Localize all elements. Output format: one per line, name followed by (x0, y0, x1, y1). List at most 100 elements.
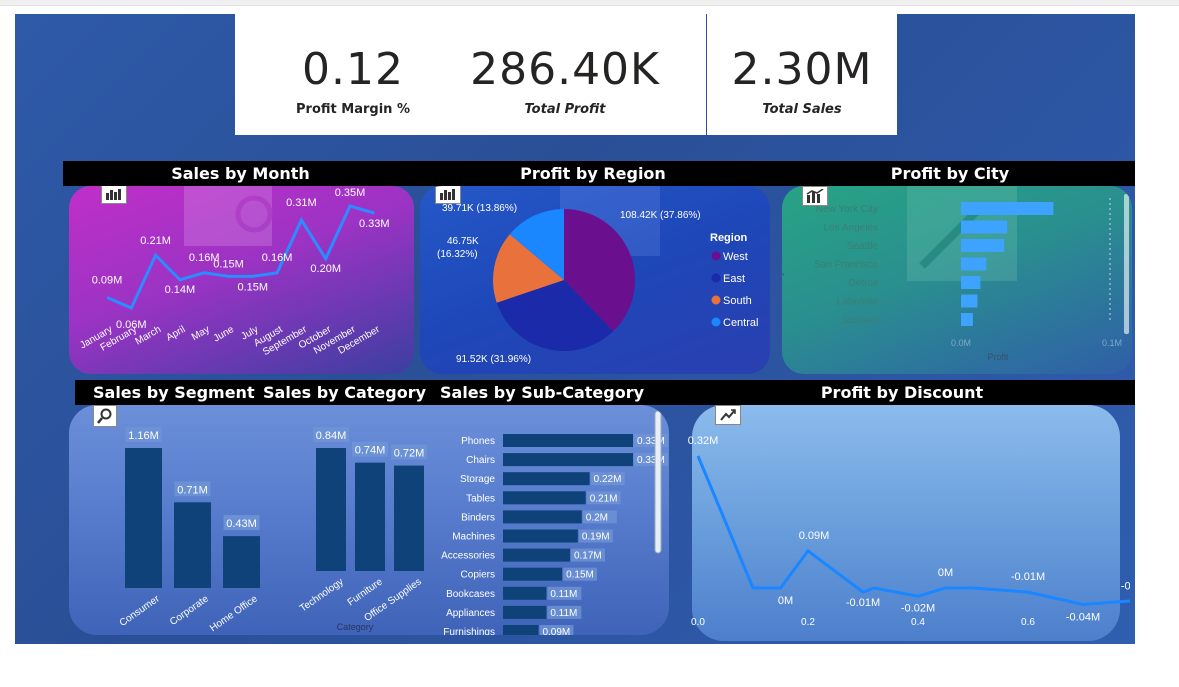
legend-label: South (723, 295, 752, 307)
subcategory-bar (503, 548, 570, 562)
data-label: 0.74M (355, 445, 386, 457)
data-label: 1.16M (128, 430, 159, 442)
subcategory-bar (503, 510, 582, 524)
data-label: 0.21M (140, 235, 171, 247)
x-tick-label: 0.0M (951, 338, 971, 348)
bar-chart-icon[interactable] (802, 186, 828, 206)
data-label: 0.09M (92, 274, 123, 286)
city-bar (961, 276, 981, 289)
chart-title-sales-by-category: Sales by Category (263, 383, 427, 402)
legend-label: East (723, 273, 745, 285)
kpi-total-profit[interactable]: 286.40K Total Profit (465, 14, 665, 135)
bar (394, 465, 424, 571)
profit-by-region-chart: 108.42K (37.86%) 91.52K (31.96%) 46.75K (16… (437, 186, 758, 365)
x-tick-label: Home Office (208, 593, 260, 634)
data-label: (16.32%) (437, 249, 478, 260)
city-scrollbar[interactable] (1124, 194, 1129, 334)
x-tick-label: Corporate (168, 593, 211, 628)
bar (125, 448, 162, 588)
y-tick-label: Jackson (841, 315, 878, 326)
data-label: -0.02M (901, 602, 935, 614)
subcategory-bar (503, 472, 590, 486)
data-label: -0.04M (1066, 612, 1100, 624)
kpi-value: 286.40K (470, 44, 660, 95)
city-bar (961, 257, 987, 271)
data-label: 0.17M (574, 551, 602, 562)
chart-title-profit-by-discount: Profit by Discount (820, 383, 984, 402)
data-label: 0.84M (316, 430, 347, 442)
bar-chart-icon[interactable] (101, 186, 127, 204)
data-label: 0.72M (394, 448, 425, 460)
search-icon[interactable] (93, 405, 117, 427)
window-top-border (0, 0, 1179, 6)
legend-label: West (723, 251, 748, 263)
y-tick-label: Accessories (441, 551, 495, 562)
kpi-total-sales[interactable]: 2.30M Total Sales (707, 14, 897, 135)
legend-marker-central (711, 317, 721, 327)
subcategory-bar (503, 453, 633, 467)
y-tick-label: Chairs (466, 455, 495, 466)
y-tick-label: Furnishings (443, 627, 495, 635)
y-tick-label: Machines (452, 532, 495, 543)
y-axis-label: City (782, 271, 784, 287)
bar (316, 448, 346, 571)
x-axis-label: Profit (987, 352, 1009, 362)
city-bar (961, 202, 1054, 215)
line-chart-icon[interactable] (715, 405, 741, 425)
data-label: 0.09M (542, 627, 570, 635)
chart-title-sales-by-subcategory: Sales by Sub-Category (440, 383, 645, 402)
data-label: 0.31M (286, 197, 317, 209)
data-label: 0.20M (310, 263, 341, 275)
data-label: -0.01M (1011, 571, 1045, 583)
kpi-profit-margin[interactable]: 0.12 Profit Margin % (235, 14, 471, 135)
city-bar (961, 294, 978, 308)
kpi-label: Total Sales (762, 102, 842, 117)
x-tick-label: Technology (298, 576, 346, 614)
profit-line-series (696, 455, 1130, 607)
kpi-value: 2.30M (731, 44, 873, 95)
legend-label: Central (723, 317, 758, 329)
data-label: 46.75K (447, 236, 479, 247)
data-label: 39.71K (13.86%) (442, 203, 517, 214)
bar-chart-icon[interactable] (435, 186, 461, 204)
data-label: 0.11M (550, 589, 577, 600)
data-label: 0.15M (238, 281, 269, 293)
x-tick-label: 0.0 (691, 617, 705, 628)
chart-title-profit-by-city: Profit by City (890, 164, 1010, 183)
sales-breakdown-panel[interactable]: 1.16M Consumer 0.71M Corporate 0.43M Home Off… (69, 405, 669, 635)
subcategory-bar (503, 567, 563, 581)
kpi-card-group: 0.12 Profit Margin % 286.40K Total Profi… (235, 14, 706, 135)
y-tick-label: Detroit (849, 278, 879, 289)
y-tick-label: Phones (461, 436, 495, 447)
y-tick-label: Seattle (847, 241, 879, 252)
profit-by-discount-chart: 0.32M 0M 0.09M -0.01M -0.02M 0M -0.01M -0.04M -0… (688, 435, 1130, 628)
data-label: 0.43M (226, 518, 257, 530)
legend-marker-west (711, 251, 721, 261)
y-tick-label: Storage (460, 474, 495, 485)
subcategory-scrollbar[interactable] (654, 410, 662, 554)
profit-by-city-panel[interactable]: New York City Los Angeles Seattle San Franc… (782, 186, 1132, 374)
data-label: -0.01M (846, 597, 880, 609)
y-tick-label: Appliances (446, 608, 495, 619)
sales-by-month-chart: 0.09M0.06M0.21M0.14M0.16M0.15M0.15M0.16M… (78, 186, 390, 358)
profit-by-discount-panel[interactable]: 0.32M 0M 0.09M -0.01M -0.02M 0M -0.01M -0.04M -0… (670, 405, 1130, 641)
data-label: 0M (778, 595, 793, 607)
data-label: 0.32M (688, 435, 719, 447)
x-tick-label: May (190, 324, 212, 343)
x-tick-label: Consumer (118, 593, 163, 629)
data-label: 0.16M (262, 252, 293, 264)
kpi-value: 0.12 (302, 44, 404, 95)
y-tick-label: Binders (461, 512, 495, 523)
chart-title-sales-by-month: Sales by Month (171, 164, 310, 183)
y-tick-label: Copiers (461, 570, 495, 581)
bar (223, 536, 260, 588)
x-tick-label: 0.2 (801, 617, 815, 628)
y-tick-label: San Francisco (814, 260, 878, 271)
data-label: 0.71M (177, 484, 208, 496)
y-tick-label: Lafayette (837, 297, 879, 308)
y-tick-label: Los Angeles (824, 223, 879, 234)
profit-by-region-panel[interactable]: 108.42K (37.86%) 91.52K (31.96%) 46.75K (16… (420, 186, 770, 374)
subcategory-bar (503, 491, 586, 505)
sales-by-month-panel[interactable]: 0.09M 0.06M 0.21M 0.14M 0.16M 0.15M 0.15M 0.16M… (69, 186, 414, 374)
x-tick-label: April (165, 324, 188, 344)
